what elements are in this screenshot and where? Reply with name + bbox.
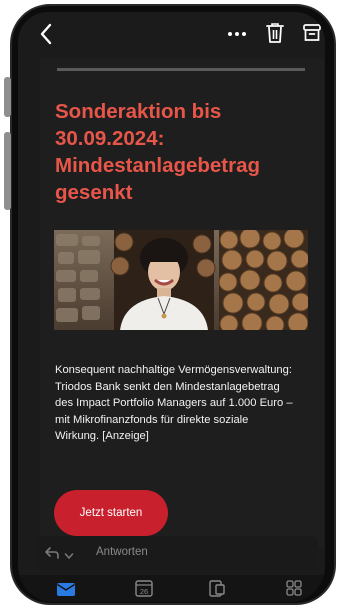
hero-image (54, 230, 308, 330)
files-tab-icon[interactable] (207, 578, 227, 598)
mail-tab-icon[interactable] (56, 581, 76, 597)
reply-bar[interactable]: Antworten (36, 536, 318, 570)
archive-icon[interactable] (302, 22, 322, 44)
phone-screen: Sonderaktion bis 30.09.2024: Mindestanla… (18, 12, 325, 602)
headline-line: gesenkt (55, 181, 133, 204)
reply-label[interactable]: Antworten (96, 546, 148, 558)
phone-side-button (4, 77, 11, 117)
email-body-text: Konsequent nachhaltige Vermögensverwaltu… (55, 362, 317, 445)
apps-tab-icon[interactable] (284, 578, 304, 598)
bottom-tab-bar: 26 (18, 575, 325, 602)
body-line: Konsequent nachhaltige Vermögensverwaltu… (55, 364, 292, 376)
headline-line: 30.09.2024: (55, 127, 165, 150)
email-content: Sonderaktion bis 30.09.2024: Mindestanla… (40, 58, 324, 548)
back-icon[interactable] (38, 22, 54, 46)
trash-icon[interactable] (265, 21, 285, 45)
body-line: des Impact Portfolio Managers auf 1.000 … (55, 397, 293, 409)
body-line: Wirkung. [Anzeige] (55, 430, 149, 442)
phone-side-button (4, 132, 11, 210)
body-line: mit Mikrofinanzfonds für direkte soziale (55, 413, 249, 426)
divider (57, 68, 305, 71)
reply-icon[interactable] (44, 546, 60, 560)
headline-line: Sonderaktion bis (55, 100, 222, 123)
calendar-day-text: 26 (140, 587, 148, 596)
body-line: Triodos Bank senkt den Mindestanlagebetr… (55, 380, 280, 393)
calendar-tab-icon[interactable]: 26 (134, 578, 154, 598)
email-headline: Sonderaktion bis 30.09.2024: Mindestanla… (55, 98, 315, 206)
start-now-button[interactable]: Jetzt starten (54, 490, 168, 536)
headline-line: Mindestanlagebetrag (55, 154, 261, 177)
top-nav-bar (18, 12, 325, 58)
more-icon[interactable] (225, 22, 249, 46)
chevron-down-icon[interactable] (64, 548, 74, 560)
